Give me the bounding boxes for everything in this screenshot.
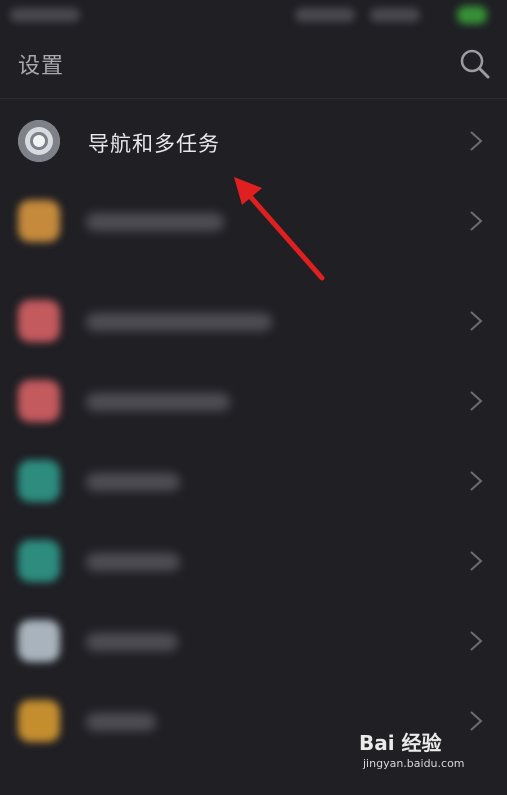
settings-list: 导航和多任务 — [0, 100, 507, 760]
watermark-url: jingyan.baidu.com — [363, 757, 465, 770]
list-item-blurred[interactable] — [0, 360, 507, 440]
blurred-label — [86, 313, 272, 331]
page-title: 设置 — [18, 54, 65, 79]
navigation-icon — [18, 120, 60, 162]
blurred-icon — [18, 620, 60, 662]
battery-icon — [457, 6, 487, 24]
settings-screen: 设置 导航和多任务 Bai 经验 jingyan.baidu.com — [0, 0, 507, 795]
status-blurred-time — [10, 8, 80, 22]
list-item-label: 导航和多任务 — [88, 132, 220, 156]
list-item-blurred[interactable] — [0, 280, 507, 360]
blurred-icon — [18, 460, 60, 502]
blurred-icon — [18, 300, 60, 342]
chevron-right-icon — [470, 471, 483, 491]
watermark-brand: Bai 经验 — [359, 731, 442, 755]
chevron-right-icon — [470, 551, 483, 571]
chevron-right-icon — [470, 391, 483, 411]
blurred-label — [86, 553, 180, 571]
blurred-label — [86, 213, 224, 231]
list-item-blurred[interactable] — [0, 180, 507, 260]
chevron-right-icon — [470, 131, 483, 151]
list-item-blurred[interactable] — [0, 520, 507, 600]
blurred-icon — [18, 380, 60, 422]
status-blurred-signal — [295, 8, 355, 22]
chevron-right-icon — [470, 631, 483, 651]
status-blurred-wifi — [370, 8, 420, 22]
blurred-label — [86, 633, 178, 651]
blurred-label — [86, 393, 230, 411]
search-button[interactable] — [459, 48, 491, 80]
baidu-jingyan-watermark: Bai 经验 jingyan.baidu.com — [359, 727, 479, 779]
search-icon — [460, 49, 490, 79]
list-item-blurred[interactable] — [0, 600, 507, 680]
blurred-label — [86, 473, 180, 491]
blurred-icon — [18, 200, 60, 242]
list-item-blurred[interactable] — [0, 440, 507, 520]
chevron-right-icon — [470, 211, 483, 231]
blurred-icon — [18, 540, 60, 582]
header: 设置 — [0, 30, 507, 99]
blurred-label — [86, 713, 156, 731]
status-bar — [0, 0, 507, 30]
blurred-icon — [18, 700, 60, 742]
list-item-navigation[interactable]: 导航和多任务 — [0, 100, 507, 180]
chevron-right-icon — [470, 311, 483, 331]
